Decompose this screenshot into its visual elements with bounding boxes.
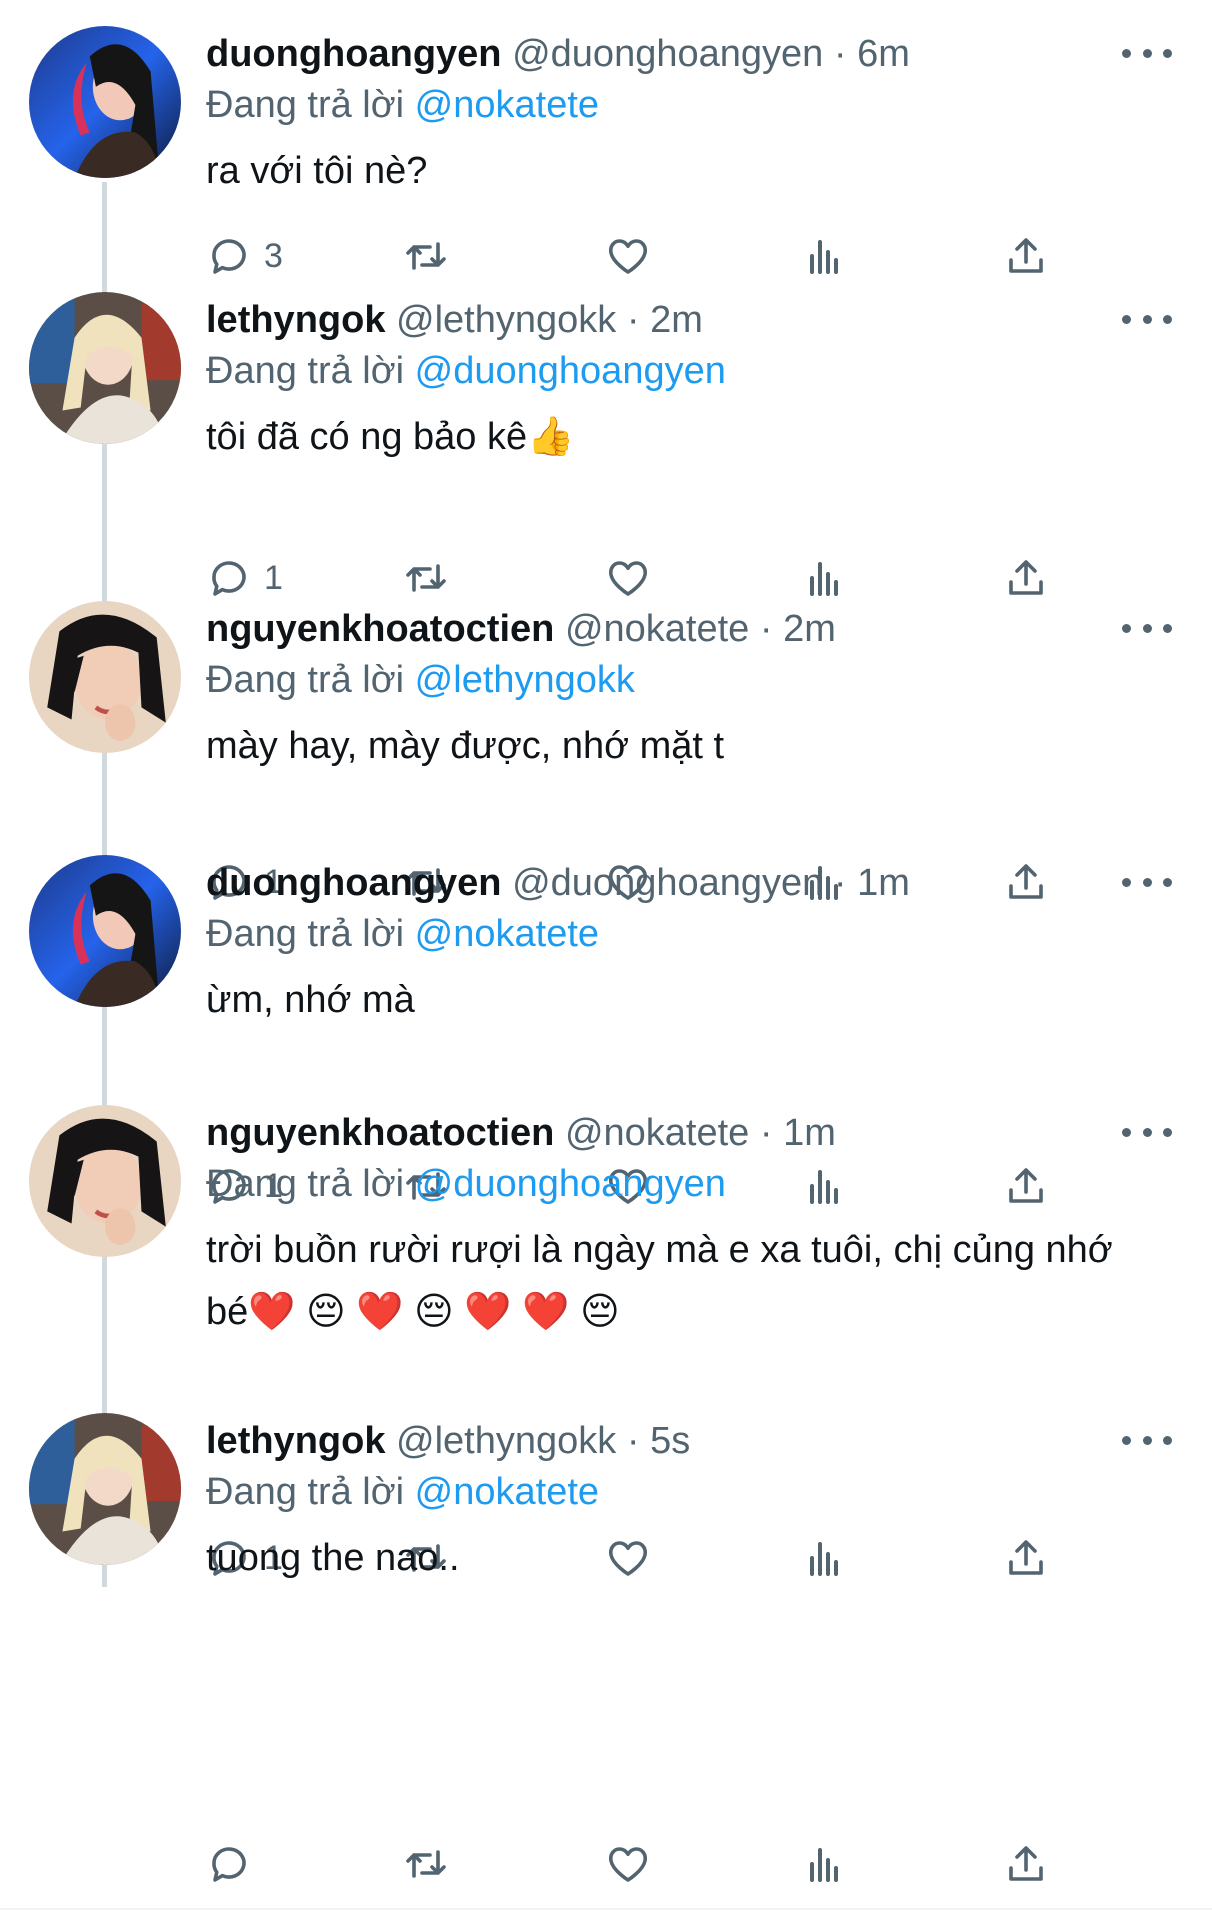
avatar[interactable] <box>29 1413 181 1565</box>
mention-link[interactable]: @lethyngokk <box>415 659 635 701</box>
separator-dot: · <box>749 1112 784 1154</box>
avatar[interactable] <box>29 855 181 1007</box>
timestamp[interactable]: 2m <box>650 299 703 341</box>
tweet-text: mày hay, mày được, nhớ mặt t <box>206 725 725 767</box>
more-icon-dot <box>1142 1435 1152 1445</box>
views-button[interactable] <box>800 1834 848 1894</box>
timestamp[interactable]: 6m <box>857 33 910 75</box>
more-options-button[interactable] <box>1122 867 1172 897</box>
display-name[interactable]: duonghoangyen <box>206 862 502 904</box>
tweet-text: tuong the nao.. <box>206 1537 460 1579</box>
tweet-text: ra với tôi nè? <box>206 150 428 192</box>
display-name[interactable]: duonghoangyen <box>206 33 502 75</box>
more-options-button[interactable] <box>1122 1117 1172 1147</box>
avatar[interactable] <box>29 1105 181 1257</box>
separator-dot: · <box>823 33 858 75</box>
tweet-actions <box>206 1834 1066 1894</box>
user-handle[interactable]: @duonghoangyen <box>512 33 823 75</box>
avatar[interactable] <box>29 601 181 753</box>
mention-link[interactable]: @nokatete <box>415 913 599 955</box>
more-options-button[interactable] <box>1122 304 1172 334</box>
more-icon-dot <box>1163 623 1172 633</box>
more-options-button[interactable] <box>1122 613 1172 643</box>
more-icon-dot <box>1142 1127 1152 1137</box>
more-icon <box>1122 623 1131 633</box>
more-icon-dot <box>1142 314 1152 324</box>
replying-to-label: Đang trả lời <box>206 659 405 701</box>
avatar[interactable] <box>29 292 181 444</box>
timestamp[interactable]: 1m <box>783 1112 836 1154</box>
retweet-button[interactable] <box>402 1834 450 1894</box>
more-icon <box>1122 48 1131 58</box>
more-icon-dot <box>1163 1435 1172 1445</box>
mention-link[interactable]: @duonghoangyen <box>415 350 726 392</box>
timestamp[interactable]: 2m <box>783 608 836 650</box>
more-icon <box>1122 1435 1131 1445</box>
replying-to-label: Đang trả lời <box>206 1471 405 1513</box>
more-icon-dot <box>1142 48 1152 58</box>
retweet-icon <box>406 1850 446 1878</box>
replying-to-label: Đang trả lời <box>206 350 405 392</box>
share-button[interactable] <box>1002 1834 1050 1894</box>
display-name[interactable]: lethyngok <box>206 1420 385 1462</box>
user-handle[interactable]: @lethyngokk <box>396 299 616 341</box>
timestamp[interactable]: 1m <box>857 862 910 904</box>
analytics-icon <box>810 1848 838 1882</box>
separator-dot: · <box>616 299 651 341</box>
more-icon-dot <box>1163 48 1172 58</box>
like-button[interactable] <box>604 1834 652 1894</box>
user-handle[interactable]: @duonghoangyen <box>512 862 823 904</box>
mention-link[interactable]: @nokatete <box>415 1471 599 1513</box>
more-icon-dot <box>1163 314 1172 324</box>
separator-dot: · <box>823 862 858 904</box>
user-handle[interactable]: @nokatete <box>565 1112 749 1154</box>
tweet-text: trời buồn rười rượi là ngày mà e xa tuôi… <box>206 1229 1113 1333</box>
bottom-divider <box>0 1908 1212 1910</box>
more-icon-dot <box>1142 623 1152 633</box>
avatar[interactable] <box>29 26 181 178</box>
heart-icon <box>609 1847 647 1882</box>
reply-icon <box>212 1847 246 1882</box>
share-icon <box>1009 1846 1043 1881</box>
separator-dot: · <box>616 1420 651 1462</box>
more-options-button[interactable] <box>1122 1425 1172 1455</box>
more-options-button[interactable] <box>1122 38 1172 68</box>
more-icon-dot <box>1163 877 1172 887</box>
reply-button[interactable] <box>206 1834 264 1894</box>
replying-to-label: Đang trả lời <box>206 84 405 126</box>
more-icon-dot <box>1142 877 1152 887</box>
replying-to-label: Đang trả lời <box>206 1163 405 1205</box>
more-icon <box>1122 1127 1131 1137</box>
mention-link[interactable]: @duonghoangyen <box>415 1163 726 1205</box>
user-handle[interactable]: @lethyngokk <box>396 1420 616 1462</box>
user-handle[interactable]: @nokatete <box>565 608 749 650</box>
more-icon <box>1122 314 1131 324</box>
display-name[interactable]: nguyenkhoatoctien <box>206 608 554 650</box>
tweet[interactable]: lethyngok @lethyngokk · 2m Đang trả lời … <box>0 266 1212 570</box>
mention-link[interactable]: @nokatete <box>415 84 599 126</box>
timestamp[interactable]: 5s <box>650 1420 690 1462</box>
more-icon <box>1122 877 1131 887</box>
display-name[interactable]: lethyngok <box>206 299 385 341</box>
separator-dot: · <box>749 608 784 650</box>
tweet-text: ừm, nhớ mà <box>206 979 415 1021</box>
replying-to-label: Đang trả lời <box>206 913 405 955</box>
tweet-text: tôi đã có ng bảo kê👍 <box>206 416 575 458</box>
tweet[interactable]: lethyngok @lethyngokk · 5s Đang trả lời … <box>0 1387 1212 1691</box>
more-icon-dot <box>1163 1127 1172 1137</box>
tweet[interactable]: nguyenkhoatoctien @nokatete · 1m Đang tr… <box>0 1079 1212 1383</box>
display-name[interactable]: nguyenkhoatoctien <box>206 1112 554 1154</box>
